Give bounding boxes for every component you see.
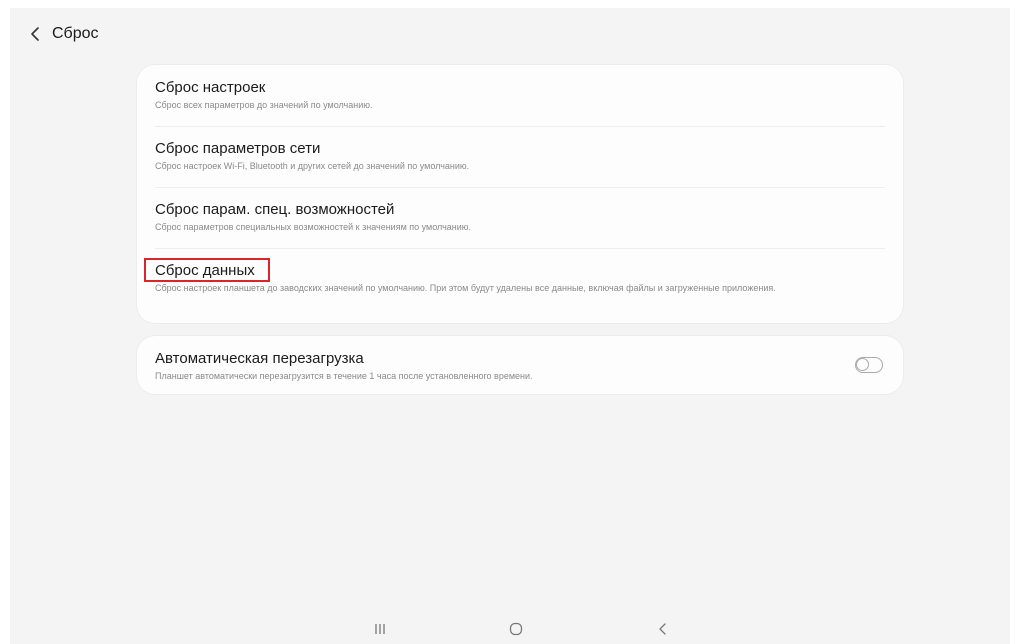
reset-accessibility-description: Сброс параметров специальных возможносте… <box>155 222 472 232</box>
reset-settings-description: Сброс всех параметров до значений по умо… <box>155 100 373 110</box>
reset-network-title: Сброс параметров сети <box>155 140 321 157</box>
reset-accessibility-item[interactable]: Сброс парам. спец. возможностей Сброс па… <box>155 201 885 233</box>
auto-restart-title: Автоматическая перезагрузка <box>155 350 364 367</box>
toggle-knob <box>856 358 869 371</box>
home-icon[interactable] <box>504 620 528 638</box>
chevron-left-icon[interactable] <box>26 24 44 44</box>
auto-restart-toggle[interactable] <box>855 357 883 373</box>
reset-accessibility-title: Сброс парам. спец. возможностей <box>155 201 395 218</box>
factory-reset-item[interactable]: Сброс данных Сброс настроек планшета до … <box>155 262 885 294</box>
reset-network-item[interactable]: Сброс параметров сети Сброс настроек Wi-… <box>155 140 885 172</box>
divider <box>155 187 885 188</box>
back-icon[interactable] <box>651 620 675 638</box>
divider <box>155 126 885 127</box>
reset-options-card: Сброс настроек Сброс всех параметров до … <box>137 65 903 323</box>
factory-reset-description: Сброс настроек планшета до заводских зна… <box>155 283 776 293</box>
reset-settings-title: Сброс настроек <box>155 79 266 96</box>
top-bar: Сброс <box>26 22 99 46</box>
reset-settings-item[interactable]: Сброс настроек Сброс всех параметров до … <box>155 79 885 111</box>
divider <box>155 248 885 249</box>
settings-screen: Сброс Сброс настроек Сброс всех параметр… <box>10 8 1010 644</box>
auto-restart-description: Планшет автоматически перезагрузится в т… <box>155 371 533 381</box>
navigation-bar <box>10 614 1010 644</box>
auto-restart-item[interactable]: Автоматическая перезагрузка Планшет авто… <box>155 350 833 382</box>
page-title: Сброс <box>52 25 99 42</box>
recents-icon[interactable] <box>368 620 392 638</box>
auto-restart-card: Автоматическая перезагрузка Планшет авто… <box>137 336 903 394</box>
reset-network-description: Сброс настроек Wi-Fi, Bluetooth и других… <box>155 161 470 171</box>
factory-reset-title: Сброс данных <box>155 262 255 279</box>
